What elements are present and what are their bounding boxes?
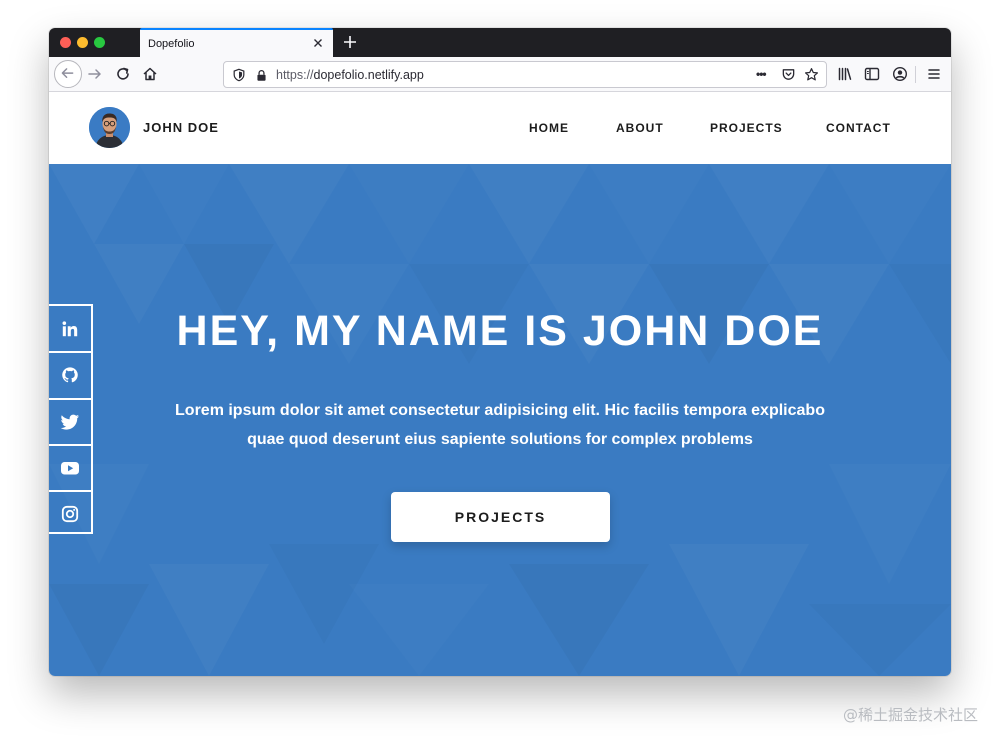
browser-tab-active[interactable]: Dopefolio (140, 28, 333, 57)
brand-name[interactable]: JOHN DOE (143, 120, 219, 135)
social-link-instagram[interactable] (49, 490, 91, 535)
arrow-left-icon (61, 68, 74, 78)
projects-cta-button[interactable]: PROJECTS (391, 492, 610, 542)
reload-icon[interactable] (114, 65, 132, 83)
social-link-github[interactable] (49, 351, 91, 396)
library-icon[interactable] (836, 65, 854, 83)
hero-subtitle-line-2: quae quod deserunt eius sapiente solutio… (247, 431, 753, 448)
lock-icon[interactable] (255, 69, 268, 82)
arrow-right-icon[interactable] (86, 65, 104, 83)
browser-toolbar: https://dopefolio.netlify.app ••• (49, 57, 951, 92)
tab-title: Dopefolio (148, 38, 195, 50)
toolbar-divider (915, 66, 916, 83)
watermark-text: @稀土掘金技术社区 (842, 706, 978, 724)
home-icon[interactable] (141, 65, 159, 83)
browser-window: Dopefolio https://dopefolio.netlify.app … (49, 28, 951, 676)
sidebar-icon[interactable] (863, 65, 881, 83)
back-button[interactable] (54, 60, 82, 88)
hamburger-menu-icon[interactable] (925, 65, 943, 83)
close-icon[interactable] (310, 35, 326, 51)
avatar[interactable] (89, 107, 130, 148)
bookmark-star-icon[interactable] (804, 67, 819, 82)
close-window-button[interactable] (60, 37, 71, 48)
url-text[interactable]: https://dopefolio.netlify.app (276, 68, 424, 82)
url-protocol: https:// (276, 68, 314, 82)
social-link-youtube[interactable] (49, 444, 91, 489)
account-icon[interactable] (891, 65, 909, 83)
screenshot-stage: Dopefolio https://dopefolio.netlify.app … (0, 0, 1000, 746)
shield-icon[interactable] (232, 68, 246, 82)
new-tab-icon[interactable] (341, 33, 359, 51)
instagram-icon (61, 505, 79, 522)
address-bar[interactable]: https://dopefolio.netlify.app ••• (223, 61, 827, 88)
url-host: dopefolio.netlify.app (313, 68, 424, 82)
hero-subtitle: Lorem ipsum dolor sit amet consectetur a… (170, 396, 830, 454)
page-viewport: JOHN DOE HOME ABOUT PROJECTS CONTACT HEY… (49, 92, 951, 676)
site-header: JOHN DOE HOME ABOUT PROJECTS CONTACT (49, 92, 951, 164)
page-actions-menu[interactable]: ••• (756, 67, 767, 81)
nav-link-projects[interactable]: PROJECTS (710, 121, 783, 135)
youtube-icon (61, 461, 79, 474)
hero-section: HEY, MY NAME IS JOHN DOE Lorem ipsum dol… (49, 164, 951, 676)
zoom-window-button[interactable] (94, 37, 105, 48)
nav-link-about[interactable]: ABOUT (616, 121, 664, 135)
github-icon (62, 366, 78, 382)
minimize-window-button[interactable] (77, 37, 88, 48)
nav-link-home[interactable]: HOME (529, 121, 569, 135)
nav-link-contact[interactable]: CONTACT (826, 121, 891, 135)
pocket-icon[interactable] (781, 67, 796, 82)
hero-title: HEY, MY NAME IS JOHN DOE (176, 307, 824, 355)
portrait-image (89, 107, 130, 148)
twitter-icon (60, 414, 79, 430)
tab-strip: Dopefolio (49, 28, 951, 57)
hero-subtitle-line-1: Lorem ipsum dolor sit amet consectetur a… (175, 402, 825, 419)
social-link-twitter[interactable] (49, 398, 91, 443)
